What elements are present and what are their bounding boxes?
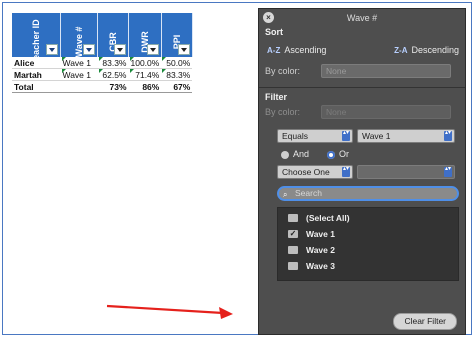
filter-dropdown-icon[interactable] [177,44,190,55]
sort-descending-label: Descending [411,45,459,55]
cell-wave[interactable]: Wave 1 [60,68,98,81]
red-arrow-annotation [106,304,233,319]
arrow-head-icon [219,307,233,319]
list-item-label: (Select All) [306,213,350,223]
filter-panel: × Wave # Sort A-Z Ascending Z-A Descending… [258,8,466,335]
sort-buttons: A-Z Ascending Z-A Descending [259,37,465,55]
checkbox-icon[interactable] [288,246,298,254]
filter-by-color-select[interactable]: None [321,105,451,119]
filter-value-list: (Select All) ✓ Wave 1 Wave 2 Wave 3 [277,207,459,281]
stepper-icon: ▴▾ [444,130,452,141]
search-icon: ⌕ [283,190,288,199]
panel-title: Wave # [346,13,378,23]
radio-or[interactable]: Or [327,149,349,159]
cell-teacher[interactable]: Alice [12,57,61,69]
checkbox-icon[interactable] [288,262,298,270]
filter-dropdown-icon[interactable] [146,44,159,55]
filter-dropdown-icon[interactable] [46,44,58,55]
cell-teacher[interactable]: Martah [12,68,61,81]
checkbox-icon[interactable] [288,214,298,222]
cell-wave[interactable]: Wave 1 [60,57,98,69]
filter-by-color-label: By color: [265,107,301,117]
header-teacher-id[interactable]: Teacher ID [12,13,61,65]
sort-ascending-icon: A-Z [267,46,281,55]
clear-filter-button[interactable]: Clear Filter [393,313,457,330]
condition1-operator-select[interactable]: Equals ▴▾ [277,129,353,143]
list-item-label: Wave 1 [306,229,335,239]
list-item[interactable]: (Select All) [278,210,458,226]
cell-ppi[interactable]: 50.0% [161,57,193,69]
condition1-operator-value: Equals [282,131,308,141]
panel-titlebar: × Wave # [259,9,465,27]
search-input[interactable]: ⌕ Search [277,186,459,201]
condition1-value: Wave 1 [362,131,391,141]
cell-ppi[interactable]: 83.3% [161,68,193,81]
cell-cbr[interactable]: 83.3% [97,57,129,69]
cell-dwr[interactable]: 71.4% [128,68,162,81]
pivot-table: Teacher ID Wave # CBR DWR PPI Alice Wave… [12,13,193,93]
table-row: Martah Wave 1 62.5% 71.4% 83.3% [12,68,193,81]
filter-by-color-row: By color: None [259,102,465,122]
condition2-operator-select[interactable]: Choose One ▴▾ [277,165,353,179]
condition2-value-select[interactable]: ▴▾ [357,165,455,179]
list-item-label: Wave 3 [306,261,335,271]
radio-and-icon [281,150,289,159]
sort-by-color-label: By color: [265,66,301,76]
radio-and-label: And [293,149,310,159]
cell-total-dwr[interactable]: 86% [128,80,162,93]
cell-cbr[interactable]: 62.5% [97,68,129,81]
header-ppi[interactable]: PPI [161,13,193,57]
cell-total-label[interactable]: Total [12,80,61,93]
cell-total-wave[interactable] [60,80,98,93]
condition1-value-select[interactable]: Wave 1 ▴▾ [357,129,455,143]
stepper-icon: ▴▾ [342,166,350,177]
logic-radios: And Or [259,146,465,162]
filter-dropdown-icon[interactable] [114,44,126,55]
radio-or-label: Or [339,149,350,159]
table-row: Alice Wave 1 83.3% 100.0% 50.0% [12,57,193,69]
condition2-row: Choose One ▴▾ ▴▾ [259,162,465,182]
list-item[interactable]: Wave 3 [278,258,458,274]
divider [259,87,465,88]
list-item-label: Wave 2 [306,245,335,255]
spreadsheet: Teacher ID Wave # CBR DWR PPI Alice Wave… [12,13,268,93]
header-row: Teacher ID Wave # CBR DWR PPI [12,13,193,65]
filter-section-title: Filter [265,92,288,102]
sort-ascending-label: Ascending [284,45,327,55]
radio-and[interactable]: And [281,149,309,159]
sort-ascending-button[interactable]: A-Z Ascending [267,45,326,55]
sort-descending-button[interactable]: Z-A Descending [394,45,459,55]
sort-descending-icon: Z-A [394,46,408,55]
condition2-operator-value: Choose One [282,167,330,177]
sort-section-title: Sort [265,27,283,37]
header-cbr[interactable]: CBR [97,13,129,57]
stepper-icon: ▴▾ [444,166,452,177]
filter-dropdown-icon[interactable] [83,44,95,55]
search-placeholder: Search [295,188,322,198]
stepper-icon: ▴▾ [342,130,350,141]
arrow-shaft [106,304,224,315]
header-wave[interactable]: Wave # [60,13,98,57]
list-item[interactable]: Wave 2 [278,242,458,258]
list-item[interactable]: ✓ Wave 1 [278,226,458,242]
checkbox-checked-icon[interactable]: ✓ [288,230,298,238]
sort-by-color-select[interactable]: None [321,64,451,78]
close-icon[interactable]: × [263,12,274,23]
radio-or-icon [327,150,336,159]
total-row: Total 73% 86% 67% [12,80,193,93]
condition1-row: Equals ▴▾ Wave 1 ▴▾ [259,126,465,146]
header-dwr[interactable]: DWR [128,13,162,57]
cell-total-cbr[interactable]: 73% [97,80,129,93]
cell-total-ppi[interactable]: 67% [161,80,193,93]
cell-dwr[interactable]: 100.0% [128,57,162,69]
sort-by-color-row: By color: None [259,61,465,81]
